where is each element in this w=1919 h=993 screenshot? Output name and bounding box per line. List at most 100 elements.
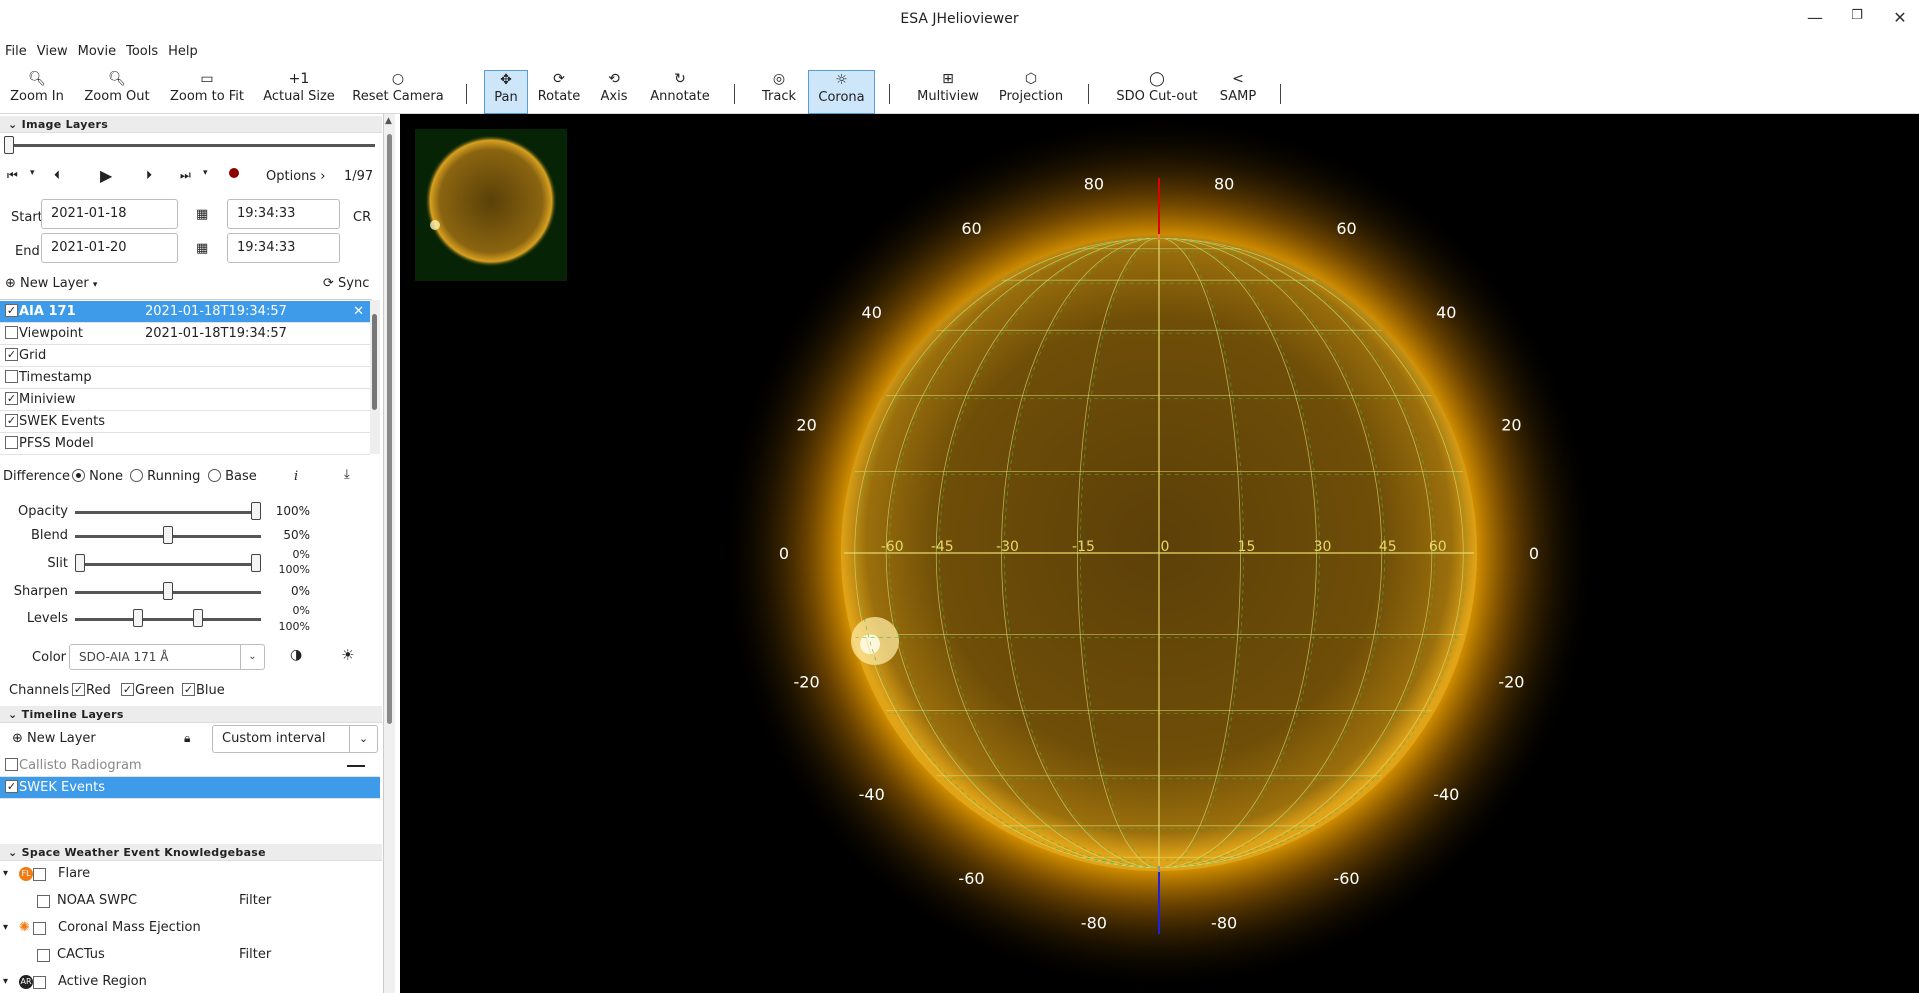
options-button[interactable]: Options › bbox=[266, 169, 326, 184]
diff-base-radio[interactable]: Base bbox=[208, 469, 257, 484]
image-layer-row[interactable]: ✓ SWEK Events bbox=[0, 411, 370, 433]
close-icon[interactable]: ✕ bbox=[1885, 8, 1915, 27]
timeline-layer-row[interactable]: ✓ SWEK Events bbox=[0, 777, 380, 799]
layer-visibility-checkbox[interactable]: ✓ bbox=[5, 392, 18, 405]
expand-icon[interactable]: ▾ bbox=[3, 917, 8, 939]
scrollbar-thumb[interactable] bbox=[387, 134, 392, 724]
calendar-icon[interactable]: ▦ bbox=[196, 241, 208, 256]
new-layer-button[interactable]: ⊕ New Layer ▾ bbox=[5, 276, 97, 291]
channel-green-checkbox[interactable]: ✓ Green bbox=[116, 683, 174, 698]
pan-button[interactable]: ✥ Pan bbox=[484, 70, 528, 114]
chevron-down-icon[interactable]: ⌄ bbox=[349, 726, 377, 752]
opacity-slider-handle[interactable] bbox=[251, 502, 261, 520]
sharpen-slider-handle[interactable] bbox=[163, 582, 173, 600]
image-layers-header[interactable]: ⌄ Image Layers bbox=[0, 116, 382, 133]
menu-movie[interactable]: Movie bbox=[78, 44, 116, 59]
reset-camera-button[interactable]: ○ Reset Camera bbox=[352, 70, 444, 112]
layer-list-scrollbar[interactable] bbox=[370, 300, 380, 454]
last-frame-icon[interactable]: ⏭ bbox=[180, 168, 191, 183]
actual-size-button[interactable]: +1 Actual Size bbox=[263, 70, 335, 112]
timeline-new-layer-button[interactable]: ⊕ New Layer bbox=[12, 731, 96, 746]
previous-frame-icon[interactable]: ⏴ bbox=[54, 168, 60, 183]
swek-source-row[interactable]: NOAA SWPC Filter bbox=[0, 890, 382, 912]
slit-slider-track[interactable] bbox=[75, 563, 261, 566]
slit-low-handle[interactable] bbox=[75, 554, 85, 572]
frame-slider-handle[interactable] bbox=[4, 136, 14, 154]
swek-event-row[interactable]: ▾ AR Active Region bbox=[0, 971, 382, 993]
info-icon[interactable]: i bbox=[294, 469, 298, 484]
image-layer-row[interactable]: ✓ AIA 171 2021-01-18T19:34:57 ✕ bbox=[0, 301, 370, 323]
record-icon[interactable] bbox=[229, 168, 239, 178]
zoom-fit-button[interactable]: ▭ Zoom to Fit bbox=[168, 70, 246, 112]
image-layer-row[interactable]: ✓ Grid bbox=[0, 345, 370, 367]
swek-source-row[interactable]: CACTus Filter bbox=[0, 944, 382, 966]
image-viewer[interactable]: 80 80 60 60 40 40 20 20 0 0 -20 -20 -40 -40 -60 -60 -80 -… bbox=[400, 114, 1919, 993]
first-frame-icon[interactable]: ⏮ bbox=[7, 168, 18, 183]
levels-high-handle[interactable] bbox=[192, 609, 203, 627]
diff-none-radio[interactable]: None bbox=[72, 469, 123, 484]
frame-slider-track[interactable] bbox=[5, 144, 375, 147]
diff-running-radio[interactable]: Running bbox=[130, 469, 200, 484]
restore-icon[interactable]: ❐ bbox=[1842, 8, 1872, 23]
filter-button[interactable]: Filter bbox=[239, 944, 271, 966]
zoom-in-button[interactable]: 🔍︎ Zoom In bbox=[8, 70, 66, 112]
brightness-icon[interactable]: ☀ bbox=[341, 646, 354, 664]
slit-high-handle[interactable] bbox=[251, 554, 261, 572]
samp-button[interactable]: < SAMP bbox=[1218, 70, 1258, 112]
chevron-down-icon[interactable]: ▾ bbox=[203, 168, 208, 178]
next-frame-icon[interactable]: ⏵ bbox=[146, 168, 152, 183]
sync-button[interactable]: ⟳ Sync bbox=[323, 276, 369, 291]
calendar-icon[interactable]: ▦ bbox=[196, 207, 208, 222]
timeline-layer-row[interactable]: Callisto Radiogram bbox=[0, 755, 380, 777]
start-date-field[interactable]: 2021-01-18 bbox=[41, 199, 178, 229]
menu-file[interactable]: File bbox=[5, 44, 27, 59]
timeline-layers-header[interactable]: ⌄ Timeline Layers bbox=[0, 706, 382, 723]
swek-header[interactable]: ⌄ Space Weather Event Knowledgebase bbox=[0, 844, 382, 861]
layer-visibility-checkbox[interactable]: ✓ bbox=[5, 348, 18, 361]
end-time-field[interactable]: 19:34:33 bbox=[227, 233, 340, 263]
layer-visibility-checkbox[interactable]: ✓ bbox=[5, 304, 18, 317]
channel-red-checkbox[interactable]: ✓ Red bbox=[67, 683, 111, 698]
opacity-slider-track[interactable] bbox=[75, 511, 261, 514]
swek-event-row[interactable]: ▾ ✺ Coronal Mass Ejection bbox=[0, 917, 382, 939]
download-icon[interactable]: ⤓ bbox=[344, 467, 350, 482]
layer-visibility-checkbox[interactable]: ✓ bbox=[5, 414, 18, 427]
chevron-down-icon[interactable]: ▾ bbox=[30, 168, 35, 178]
play-icon[interactable]: ▶ bbox=[100, 166, 112, 185]
swek-event-row[interactable]: ▾ FL Flare bbox=[0, 863, 382, 885]
start-time-field[interactable]: 19:34:33 bbox=[227, 199, 340, 229]
lock-icon[interactable]: 🔒︎ bbox=[184, 731, 190, 746]
track-button[interactable]: ◎ Track bbox=[758, 70, 800, 112]
corona-button[interactable]: ☼ Corona bbox=[808, 70, 875, 114]
image-layer-row[interactable]: Timestamp bbox=[0, 367, 370, 389]
minimize-icon[interactable]: — bbox=[1800, 8, 1830, 27]
menu-view[interactable]: View bbox=[37, 44, 68, 59]
levels-low-handle[interactable] bbox=[133, 609, 144, 627]
multiview-button[interactable]: ⊞ Multiview bbox=[915, 70, 981, 112]
blend-slider-handle[interactable] bbox=[163, 526, 173, 544]
annotate-button[interactable]: ↻ Annotate bbox=[648, 70, 712, 112]
invert-icon[interactable]: ◑ bbox=[290, 647, 302, 663]
interval-select[interactable]: Custom interval ⌄ bbox=[212, 725, 378, 753]
image-layer-row[interactable]: Viewpoint 2021-01-18T19:34:57 bbox=[0, 323, 370, 345]
expand-icon[interactable]: ▾ bbox=[3, 971, 8, 993]
end-date-field[interactable]: 2021-01-20 bbox=[41, 233, 178, 263]
left-panel-scrollbar[interactable]: ▲ bbox=[383, 114, 395, 993]
expand-icon[interactable]: ▾ bbox=[3, 863, 8, 885]
image-layer-row[interactable]: ✓ Miniview bbox=[0, 389, 370, 411]
color-table-select[interactable]: SDO-AIA 171 Å ⌄ bbox=[69, 644, 265, 670]
filter-button[interactable]: Filter bbox=[239, 890, 271, 912]
scroll-up-icon[interactable]: ▲ bbox=[385, 116, 392, 126]
channel-blue-checkbox[interactable]: ✓ Blue bbox=[177, 683, 225, 698]
menu-help[interactable]: Help bbox=[168, 44, 198, 59]
rotate-button[interactable]: ⟳ Rotate bbox=[535, 70, 583, 112]
image-layer-row[interactable]: PFSS Model bbox=[0, 433, 370, 455]
chevron-down-icon[interactable]: ⌄ bbox=[240, 645, 264, 669]
axis-button[interactable]: ⟲ Axis bbox=[598, 70, 630, 112]
layer-visibility-checkbox[interactable] bbox=[5, 326, 18, 339]
remove-layer-icon[interactable]: ✕ bbox=[353, 301, 364, 323]
zoom-out-button[interactable]: 🔍︎ Zoom Out bbox=[82, 70, 152, 112]
sdo-cutout-button[interactable]: ◯ SDO Cut-out bbox=[1114, 70, 1200, 112]
layer-visibility-checkbox[interactable] bbox=[5, 370, 18, 383]
projection-button[interactable]: ⬡ Projection bbox=[996, 70, 1066, 112]
